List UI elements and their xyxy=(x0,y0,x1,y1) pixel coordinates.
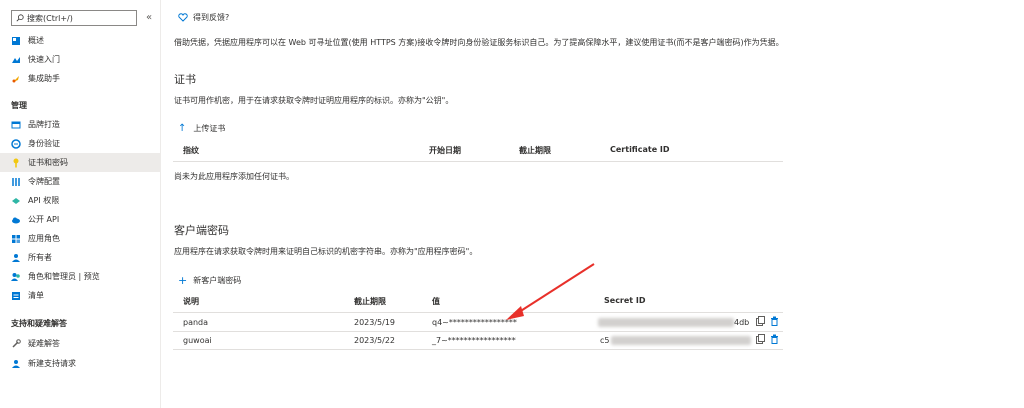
red-annotation-arrow xyxy=(506,263,595,320)
wrench-icon xyxy=(11,338,21,349)
collapse-sidebar-button[interactable]: « xyxy=(146,12,152,23)
token-icon xyxy=(11,177,21,187)
sidebar-item-owners[interactable]: 所有者 xyxy=(0,248,160,267)
cloud-icon xyxy=(11,215,21,225)
sidebar-item-branding[interactable]: 品牌打造 xyxy=(0,115,160,134)
manifest-icon xyxy=(11,291,21,301)
sidebar-item-label: 公开 API xyxy=(28,215,60,224)
sidebar-item-label: 应用角色 xyxy=(28,234,60,243)
sidebar-item-troubleshooting[interactable]: 疑难解答 xyxy=(0,334,160,353)
sidebar-item-label: 令牌配置 xyxy=(28,177,60,186)
sidebar-item-integration-assistant[interactable]: 集成助手 xyxy=(0,69,160,88)
rocket-icon xyxy=(11,74,21,84)
sidebar-item-app-roles[interactable]: 应用角色 xyxy=(0,229,160,248)
search-icon xyxy=(16,14,24,22)
owner-icon xyxy=(11,253,21,263)
quickstart-icon xyxy=(11,55,21,65)
sidebar-item-manifest[interactable]: 清单 xyxy=(0,286,160,305)
sidebar-item-overview[interactable]: 概述 xyxy=(0,31,160,50)
sidebar-item-label: 品牌打造 xyxy=(28,120,60,129)
section-support: 支持和疑难解答 xyxy=(11,319,67,328)
search-placeholder: 搜索(Ctrl+/) xyxy=(27,13,73,23)
sidebar-item-api-permissions[interactable]: API 权限 xyxy=(0,191,160,210)
sidebar-item-token-config[interactable]: 令牌配置 xyxy=(0,172,160,191)
sidebar-item-label: 角色和管理员 | 预览 xyxy=(28,272,100,281)
sidebar-item-label: 概述 xyxy=(28,36,44,45)
key-icon xyxy=(11,158,21,168)
api-permissions-icon xyxy=(11,196,21,206)
sidebar-item-label: API 权限 xyxy=(28,196,60,205)
sidebar-item-label: 清单 xyxy=(28,291,44,300)
sidebar-item-roles-admins[interactable]: 角色和管理员 | 预览 xyxy=(0,267,160,286)
sidebar: 搜索(Ctrl+/) « 概述 快速入门 集成助手 管理 品牌打造 身份验证 证… xyxy=(0,0,161,408)
sidebar-item-label: 证书和密码 xyxy=(28,158,68,167)
sidebar-item-label: 快速入门 xyxy=(28,55,60,64)
sidebar-item-expose-api[interactable]: 公开 API xyxy=(0,210,160,229)
support-request-icon xyxy=(11,359,21,369)
sidebar-item-label: 新建支持请求 xyxy=(28,359,76,368)
auth-icon xyxy=(11,138,21,149)
overview-icon xyxy=(11,36,21,46)
sidebar-item-label: 疑难解答 xyxy=(28,339,60,348)
section-manage: 管理 xyxy=(11,101,27,110)
sidebar-item-label: 身份验证 xyxy=(28,139,60,148)
sidebar-item-certificates-secrets[interactable]: 证书和密码 xyxy=(0,153,160,172)
sidebar-item-label: 所有者 xyxy=(28,253,52,262)
sidebar-item-label: 集成助手 xyxy=(28,74,60,83)
sidebar-item-authentication[interactable]: 身份验证 xyxy=(0,134,160,153)
sidebar-item-quickstart[interactable]: 快速入门 xyxy=(0,50,160,69)
roles-admins-icon xyxy=(11,272,21,282)
main-content: 得到反馈? 借助凭据，凭据应用程序可以在 Web 可寻址位置(使用 HTTPS … xyxy=(160,0,1024,408)
app-roles-icon xyxy=(11,234,21,244)
sidebar-item-new-support-request[interactable]: 新建支持请求 xyxy=(0,354,160,373)
branding-icon xyxy=(11,120,21,130)
search-input[interactable]: 搜索(Ctrl+/) xyxy=(11,10,137,26)
